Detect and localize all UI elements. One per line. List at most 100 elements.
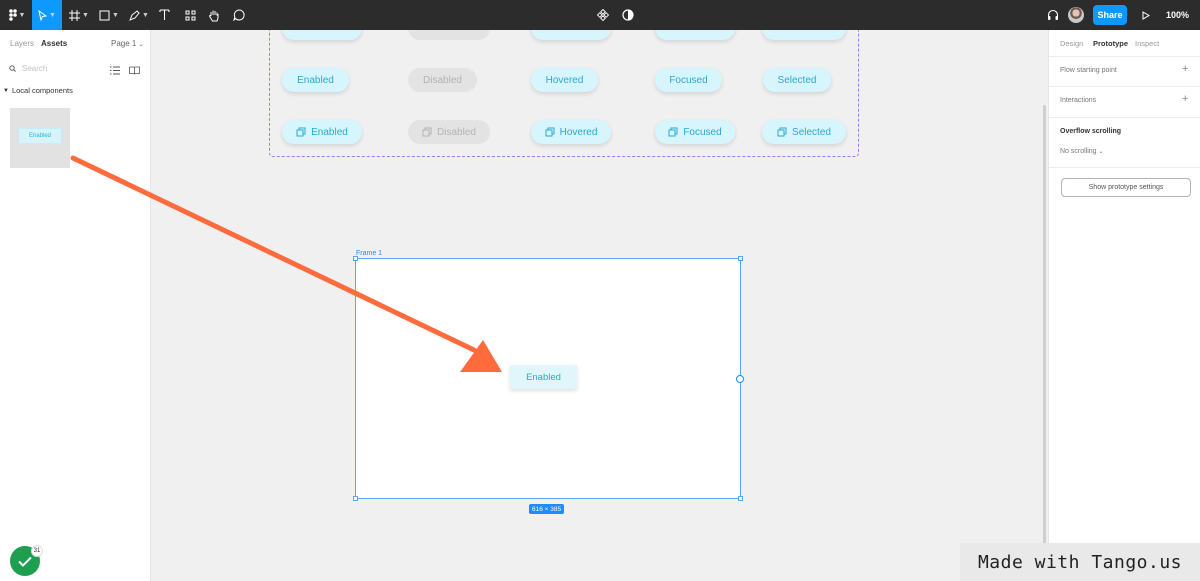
show-prototype-settings-button[interactable]: Show prototype settings <box>1061 178 1191 197</box>
chevron-down-icon: ▼ <box>112 11 119 19</box>
frame-icon <box>69 9 81 21</box>
copy-icon <box>296 127 306 137</box>
variant-hovered[interactable]: Hovered <box>531 68 598 92</box>
comment-tool-button[interactable] <box>230 0 248 30</box>
variant-pill-partial[interactable] <box>408 30 490 40</box>
list-view-button[interactable] <box>110 62 120 80</box>
variant-pill-partial[interactable] <box>282 30 362 40</box>
page-selector[interactable]: Page 1 ⌄ <box>111 39 144 48</box>
toolbar: ▼ ▼ ▼ ▼ ▼ Share 100% <box>0 0 1200 30</box>
chevron-down-icon: ▼ <box>82 11 89 19</box>
frame-tool-button[interactable]: ▼ <box>66 0 92 30</box>
size-badge: 616 × 385 <box>529 504 565 514</box>
tab-design[interactable]: Design <box>1060 39 1083 48</box>
variant-disabled-with-icon[interactable]: Disabled <box>408 120 490 144</box>
component-thumbnail[interactable]: Enabled <box>10 108 70 168</box>
add-flow-plus-icon[interactable]: + <box>1182 63 1188 75</box>
chevron-down-icon: ⌄ <box>138 42 144 48</box>
present-button[interactable] <box>1139 0 1153 30</box>
right-panel: Design Prototype Inspect Flow starting p… <box>1048 30 1200 581</box>
variant-label: Focused <box>683 126 722 138</box>
tab-inspect[interactable]: Inspect <box>1135 39 1159 48</box>
audio-button[interactable] <box>1045 0 1061 30</box>
chevron-down-icon: ▼ <box>18 11 26 19</box>
zoom-level[interactable]: 100% <box>1166 0 1189 30</box>
button-instance[interactable]: Enabled <box>510 365 577 389</box>
tab-assets[interactable]: Assets <box>41 39 67 48</box>
prototype-connection-handle[interactable] <box>736 375 744 383</box>
shape-tool-button[interactable]: ▼ <box>96 0 122 30</box>
variant-enabled[interactable]: Enabled <box>282 68 349 92</box>
variant-disabled[interactable]: Disabled <box>408 68 477 92</box>
play-icon <box>1142 10 1150 20</box>
search-icon <box>9 64 16 72</box>
copy-icon <box>545 127 555 137</box>
tab-prototype[interactable]: Prototype <box>1093 39 1128 48</box>
caret-down-icon: ▼ <box>3 87 9 94</box>
divider <box>1049 167 1200 168</box>
figma-logo-icon <box>8 9 17 21</box>
rectangle-icon <box>99 10 110 20</box>
variant-focused-with-icon[interactable]: Focused <box>655 120 735 144</box>
interactions-label: Interactions <box>1060 97 1097 104</box>
avatar[interactable] <box>1068 7 1084 23</box>
headphones-icon <box>1047 9 1059 20</box>
text-icon <box>158 9 170 20</box>
chevron-down-icon: ⌄ <box>1098 149 1104 155</box>
search-input[interactable]: Search <box>22 64 47 73</box>
overflow-scrolling-label: Overflow scrolling <box>1060 128 1122 135</box>
frame-label[interactable]: Frame 1 <box>356 250 382 257</box>
page-selector-label: Page 1 <box>111 39 137 48</box>
canvas-scrollbar[interactable] <box>1043 105 1046 545</box>
divider <box>1049 56 1200 57</box>
variant-selected[interactable]: Selected <box>763 68 831 92</box>
watermark: Made with Tango.us <box>960 543 1200 581</box>
list-icon <box>110 66 120 75</box>
resize-handle-bottom-right[interactable] <box>738 496 743 501</box>
resize-handle-bottom-left[interactable] <box>353 496 358 501</box>
variant-pill-partial[interactable] <box>655 30 735 40</box>
main-menu-button[interactable]: ▼ <box>4 0 30 30</box>
resize-handle-top-left[interactable] <box>353 256 358 261</box>
variant-pill-partial[interactable] <box>531 30 611 40</box>
canvas[interactable]: Enabled Disabled Hovered Focused Selecte… <box>151 30 1048 581</box>
variant-focused[interactable]: Focused <box>655 68 722 92</box>
create-component-button[interactable] <box>595 0 611 30</box>
scrolling-value: No scrolling <box>1060 148 1097 155</box>
variant-label: Enabled <box>311 126 348 138</box>
pen-tool-button[interactable]: ▼ <box>126 0 152 30</box>
tab-layers[interactable]: Layers <box>10 39 34 48</box>
variant-selected-with-icon[interactable]: Selected <box>762 120 846 144</box>
copy-icon <box>668 127 678 137</box>
local-components-section[interactable]: ▼ Local components <box>3 86 73 95</box>
add-interaction-plus-icon[interactable]: + <box>1182 93 1188 105</box>
variant-label: Selected <box>792 126 831 138</box>
comment-icon <box>233 9 245 21</box>
share-button[interactable]: Share <box>1093 5 1127 25</box>
section-title: Local components <box>11 86 73 95</box>
left-panel-tabs: Layers Assets Page 1 ⌄ <box>0 30 151 56</box>
variant-pill-partial[interactable] <box>762 30 846 40</box>
divider <box>1049 117 1200 118</box>
variant-hovered-with-icon[interactable]: Hovered <box>531 120 611 144</box>
half-circle-icon <box>622 9 634 21</box>
variant-enabled-with-icon[interactable]: Enabled <box>282 120 362 144</box>
move-tool-button[interactable]: ▼ <box>32 0 62 30</box>
hand-tool-button[interactable] <box>205 0 223 30</box>
badge-count: 31 <box>31 545 43 557</box>
thumbnail-button-preview: Enabled <box>18 128 62 144</box>
asset-search[interactable]: Search <box>9 61 109 75</box>
left-panel: Layers Assets Page 1 ⌄ Search ▼ Local co… <box>0 30 151 581</box>
text-tool-button[interactable] <box>155 0 173 30</box>
divider <box>1049 86 1200 87</box>
book-icon <box>129 66 140 75</box>
contrast-toggle-button[interactable] <box>620 0 636 30</box>
scrolling-select[interactable]: No scrolling ⌄ <box>1060 148 1104 155</box>
flow-starting-point-label: Flow starting point <box>1060 67 1117 74</box>
component-icon <box>597 9 609 21</box>
cursor-icon <box>38 9 48 21</box>
resize-handle-top-right[interactable] <box>738 256 743 261</box>
resources-button[interactable] <box>181 0 199 30</box>
variant-label: Hovered <box>559 126 598 138</box>
team-library-button[interactable] <box>129 62 140 80</box>
